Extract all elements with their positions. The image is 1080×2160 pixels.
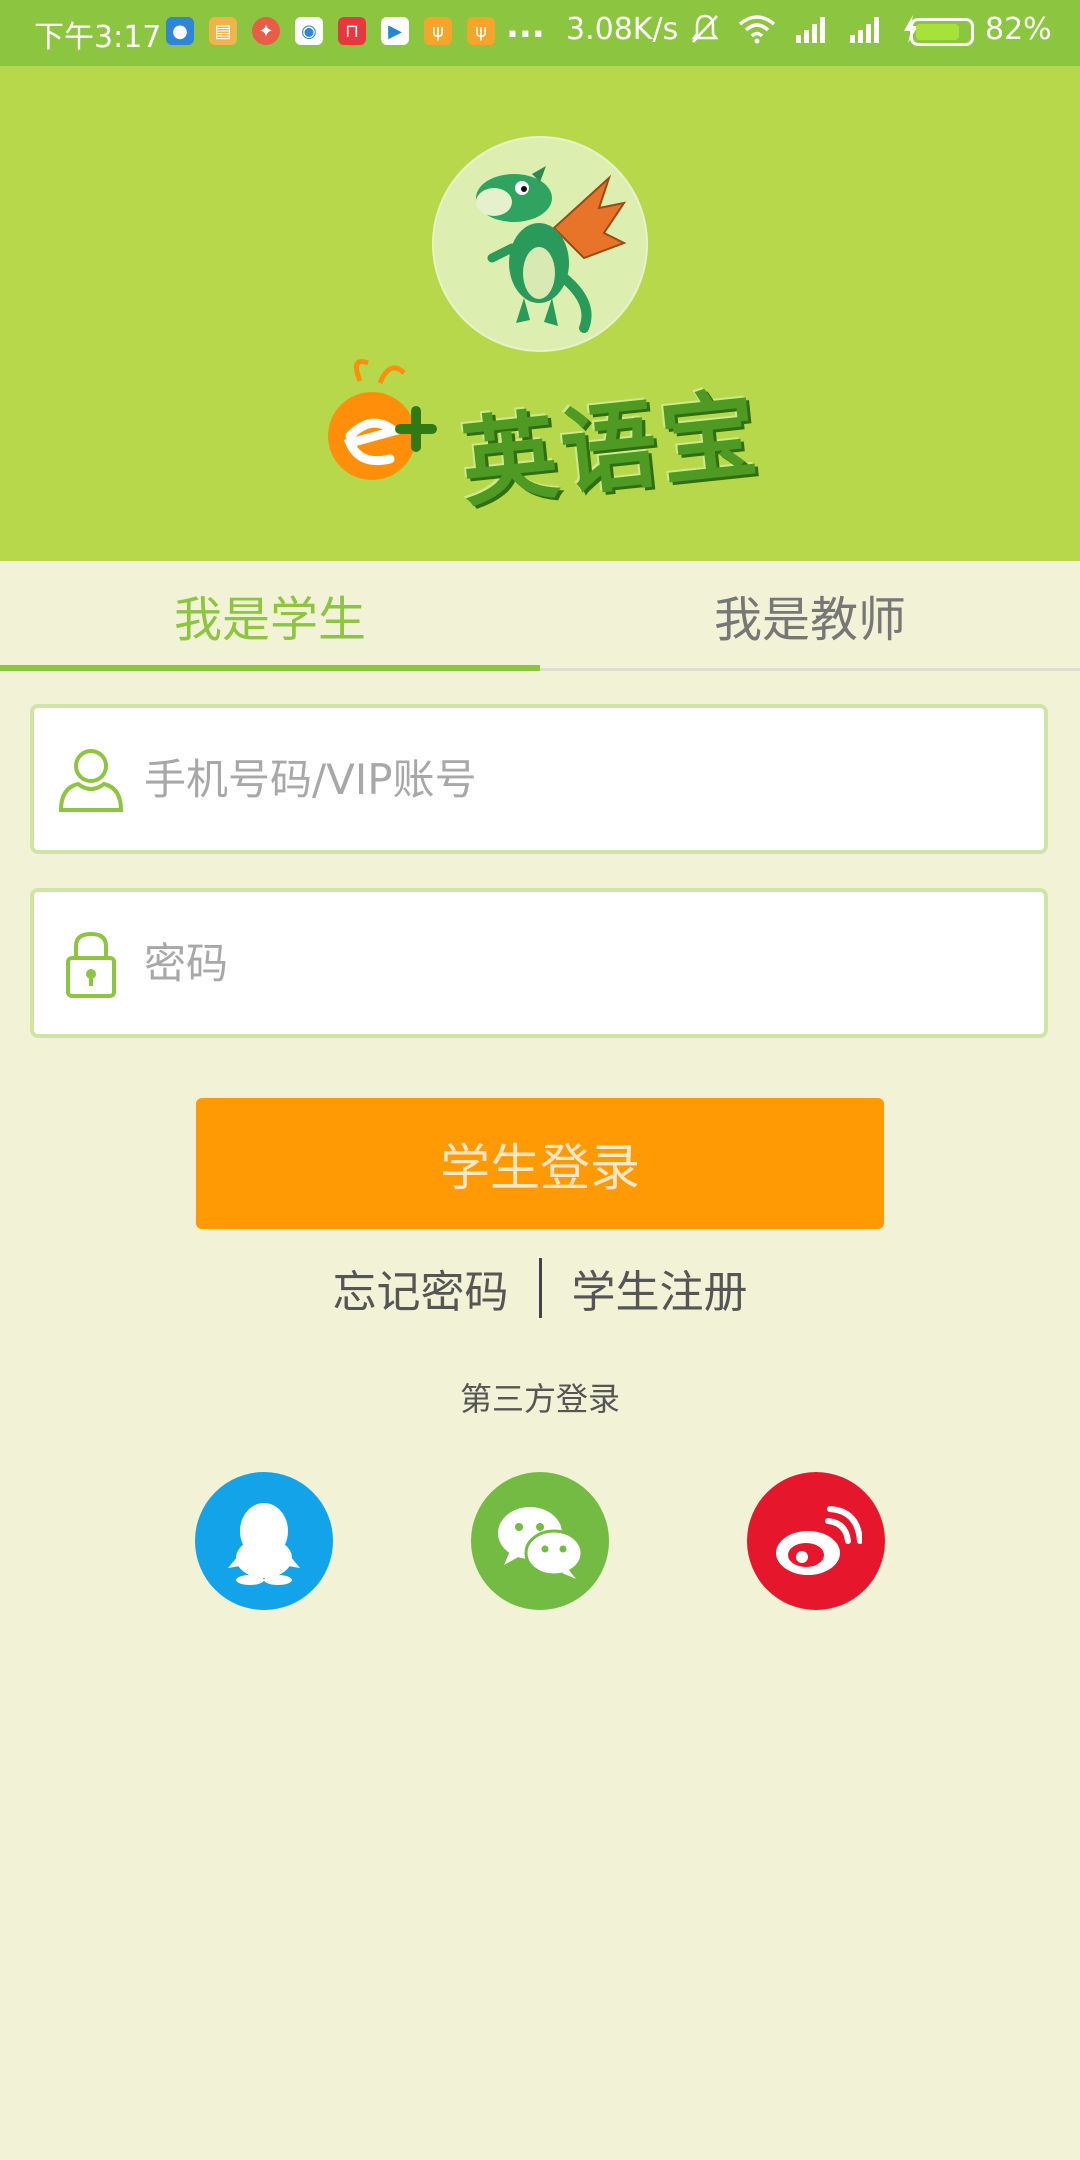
username-field[interactable] xyxy=(30,704,1048,854)
wifi-icon xyxy=(738,15,776,44)
weibo-icon xyxy=(776,1506,862,1575)
qq-notification-icon: ● xyxy=(166,17,194,45)
notification-icons: ● ▤ ✦ ◉ ⊓ ▶ ψ ψ xyxy=(166,17,495,45)
note-notification-icon: ▤ xyxy=(209,17,237,45)
bell-muted-icon xyxy=(691,14,719,43)
status-bar: 下午3:17 ● ▤ ✦ ◉ ⊓ ▶ ψ ψ ... 3.08K/s 82% xyxy=(0,0,1080,66)
logo-text: 英语宝 xyxy=(455,377,766,521)
third-party-login-title: 第三方登录 xyxy=(459,1380,620,1418)
battery-icon xyxy=(910,18,974,46)
battery-percent: 82% xyxy=(985,12,1052,47)
password-input[interactable] xyxy=(142,922,1006,1004)
tab-teacher[interactable]: 我是教师 xyxy=(540,561,1080,668)
link-divider xyxy=(538,1258,542,1318)
wechat-login-button[interactable] xyxy=(471,1472,609,1610)
mascot-avatar xyxy=(432,136,648,352)
tab-student[interactable]: 我是学生 xyxy=(0,561,540,671)
role-tabs: 我是学生 我是教师 xyxy=(0,561,1080,671)
student-register-link[interactable]: 学生注册 xyxy=(572,1256,748,1320)
student-login-button[interactable]: 学生登录 xyxy=(196,1098,884,1229)
uc-notification-icon: ψ xyxy=(424,17,452,45)
dragon-mascot-icon xyxy=(476,166,627,333)
video-notification-icon: ▶ xyxy=(381,17,409,45)
account-links: 忘记密码 学生注册 xyxy=(0,1256,1080,1320)
username-input[interactable] xyxy=(142,738,1006,820)
app-notification-icon: ✦ xyxy=(252,17,280,45)
app-header: 英语宝 xyxy=(0,66,1080,561)
qq-icon xyxy=(228,1503,300,1585)
e-plus-logo-icon xyxy=(328,359,437,480)
more-notifications: ... xyxy=(506,6,545,46)
battery-level xyxy=(916,24,959,40)
lock-icon xyxy=(66,931,116,998)
system-icons xyxy=(690,13,920,45)
network-speed: 3.08K/s xyxy=(566,12,679,47)
status-time: 下午3:17 xyxy=(34,20,162,55)
weibo-login-button[interactable] xyxy=(747,1472,885,1610)
browser-notification-icon: ◉ xyxy=(295,17,323,45)
wechat-icon xyxy=(498,1507,584,1579)
uc-notification-icon-2: ψ xyxy=(467,17,495,45)
qq-login-button[interactable] xyxy=(195,1472,333,1610)
user-icon xyxy=(58,749,124,812)
app-logo: 英语宝 xyxy=(320,351,766,520)
password-field[interactable] xyxy=(30,888,1048,1038)
signal-icon-1 xyxy=(796,17,825,43)
forgot-password-link[interactable]: 忘记密码 xyxy=(333,1256,509,1320)
red-app-notification-icon: ⊓ xyxy=(338,17,366,45)
signal-icon-2 xyxy=(850,17,879,43)
